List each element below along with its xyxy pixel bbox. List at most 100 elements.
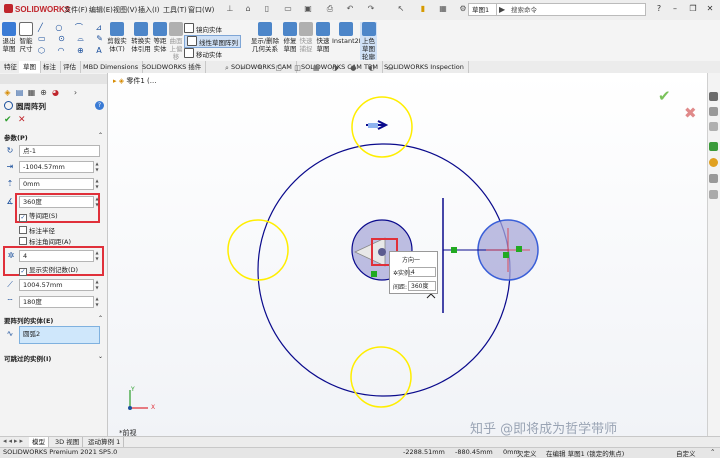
center-x-field[interactable]: -1004.57mm [19,161,94,173]
display-manager-icon[interactable]: ◕ [50,87,61,98]
entity-item[interactable]: 圆弧2 [23,330,40,338]
sketch-entity-tools-row2[interactable]: ▭ ⊙ ⌓ ✎ [38,34,108,44]
status-settings-icon[interactable]: ⌃ [710,448,715,456]
tab-markup[interactable]: 标注 [39,61,61,73]
print-icon[interactable]: ⎙ [325,4,335,14]
center-y-field[interactable]: 0mm [19,178,94,190]
collapse-icon[interactable]: ⌃ [98,132,103,139]
cancel-button[interactable]: ✕ [18,115,26,125]
tab-addins[interactable]: SOLIDWORKS 插件 [138,61,207,73]
resources-icon[interactable] [709,92,718,101]
convert-entities-button[interactable]: 转换实体引用 [130,22,152,60]
menu-view[interactable]: 视图(V) [113,5,137,15]
minimize-button[interactable]: – [668,3,682,15]
arc-angle-spinner[interactable]: ▲ ▼ [94,296,100,308]
select-icon[interactable]: ↖ [396,4,406,14]
params-section-header[interactable]: 参数(P) [4,132,28,142]
file-explorer-icon[interactable] [709,122,718,131]
heads-up-view-toolbar[interactable]: ⌕ ⌕ ✎ ▢ ◫ ▦ ◑ ● ◐ ▭ [225,64,399,73]
home-icon[interactable]: ⌂ [243,4,253,14]
instance-count-popup[interactable]: 方向一 ✲实例: 4 间距: 360度 [389,251,438,294]
radius-spinner[interactable]: ▲ ▼ [94,279,100,291]
ok-button[interactable]: ✔ [4,115,12,125]
center-y-spinner[interactable]: ▲ ▼ [94,178,100,190]
open-icon[interactable]: ▭ [283,4,293,14]
forum-icon[interactable] [709,190,718,199]
undo-icon[interactable]: ↶ [345,4,355,14]
angle-field[interactable]: 360度 [19,196,94,208]
center-x-spinner[interactable]: ▲ ▼ [94,161,100,173]
panel-arrow-icon[interactable]: › [70,87,81,98]
skip-section-header[interactable]: 可跳过的实例(I) [4,353,51,363]
show-count-checkbox[interactable]: ✓ 显示实例记数(D) [19,266,78,276]
design-library-icon[interactable] [709,107,718,116]
exit-sketch-button[interactable]: 退出草图 [1,22,17,60]
help-icon[interactable]: ? [652,3,666,15]
redo-icon[interactable]: ↷ [366,4,376,14]
shaded-sketch-button[interactable]: 上色草图轮廓 [360,22,377,61]
tab-mbd[interactable]: MBD Dimensions [79,61,144,73]
view-palette-icon[interactable] [709,142,718,151]
tab-sketch[interactable]: 草图 [19,61,41,73]
menu-insert[interactable]: 插入(I) [138,5,160,15]
menu-file[interactable]: 文件(F) [64,5,88,15]
angle-spinner[interactable]: ▲ ▼ [94,196,100,208]
configuration-manager-icon[interactable]: ▦ [26,87,37,98]
pin-icon[interactable]: ⊥ [225,4,235,14]
restore-button[interactable]: ❐ [686,3,700,15]
mirror-entities-button[interactable]: 镜向实体 [184,23,222,34]
feature-manager-icon[interactable]: ◈ [2,87,13,98]
display-relations-button[interactable]: 显示/删除几何关系 [250,22,280,60]
equal-spacing-checkbox[interactable]: ✓ 等间距(S) [19,212,58,222]
property-manager-icon[interactable]: ▤ [14,87,25,98]
instant2d-button[interactable]: Instant2D [332,22,364,60]
close-button[interactable]: ✕ [703,3,717,15]
popup-instances-field[interactable]: 4 [408,267,436,277]
entities-section-header[interactable]: 要阵列的实体(E) [4,315,53,325]
repair-sketch-button[interactable]: 修复草图 [282,22,298,60]
confirm-corner-cancel[interactable]: ✖ [684,104,697,122]
search-input[interactable]: ▶ 搜索命令 [496,3,646,16]
offset-on-surface-button[interactable]: 曲面上偏移 [168,22,184,61]
radius-field[interactable]: 1004.57mm [19,279,94,291]
trim-entities-button[interactable]: 剪裁实体(T) [106,22,128,60]
new-document-icon[interactable]: ▯ [262,4,272,14]
rebuild-options-icon[interactable]: ▦ [438,4,448,14]
help-icon[interactable]: ? [95,101,104,110]
entities-collapse-icon[interactable]: ⌃ [98,315,103,322]
arc-angle-field[interactable]: 180度 [19,296,94,308]
menu-edit[interactable]: 编辑(E) [89,5,113,15]
sketch-entity-tools-row1[interactable]: ╱ ○ ⌒ ⊿ [38,22,107,33]
sketch-entity-tools-row3[interactable]: ⬡ ◠ ⊕ A [38,46,107,55]
custom-properties-icon[interactable] [709,174,718,183]
menu-window[interactable]: 窗口(W) [188,5,214,15]
tab-motion-study[interactable]: 运动算例 1 [85,437,125,447]
dimxpert-icon[interactable]: ⊕ [38,87,49,98]
gear-icon[interactable]: ⚙ [458,4,468,14]
offset-entities-button[interactable]: 等距实体 [152,22,168,60]
entities-list[interactable]: 圆弧2 [19,326,100,344]
tab-3d-views[interactable]: 3D 视图 [52,437,84,447]
instances-spinner[interactable]: ▲ ▼ [94,250,100,262]
smart-dimension-button[interactable]: 智能尺寸 [18,22,34,60]
rapid-sketch-button[interactable]: 快速草图 [315,22,331,60]
traffic-light-icon[interactable]: ▮ [418,4,428,14]
appearances-icon[interactable] [709,158,718,167]
confirm-corner-ok[interactable]: ✔ [658,87,671,105]
search-icon: ▶ [499,5,506,14]
move-entities-button[interactable]: 移动实体 [184,48,222,59]
skip-expand-icon[interactable]: ⌄ [98,353,103,360]
dim-angle-label: 标注角间距(A) [29,238,72,246]
save-icon[interactable]: ▣ [303,4,313,14]
menu-tools[interactable]: 工具(T) [163,5,187,15]
instances-field[interactable]: 4 [19,250,94,262]
quick-snaps-button[interactable]: 快速捕捉 [298,22,314,60]
linear-pattern-button[interactable]: 线性草图阵列 [184,35,241,48]
solidworks-logo[interactable]: SOLIDWORKS [4,4,70,14]
tab-scroll-arrows[interactable]: ◂◂▸▸ [3,437,25,445]
popup-spacing-field[interactable]: 360度 [408,281,436,291]
tab-evaluate[interactable]: 评估 [59,61,81,73]
tab-model[interactable]: 模型 [29,437,49,447]
center-point-field[interactable]: 点-1 [19,145,100,157]
dim-radius-checkbox[interactable]: 标注半径 [19,226,55,236]
